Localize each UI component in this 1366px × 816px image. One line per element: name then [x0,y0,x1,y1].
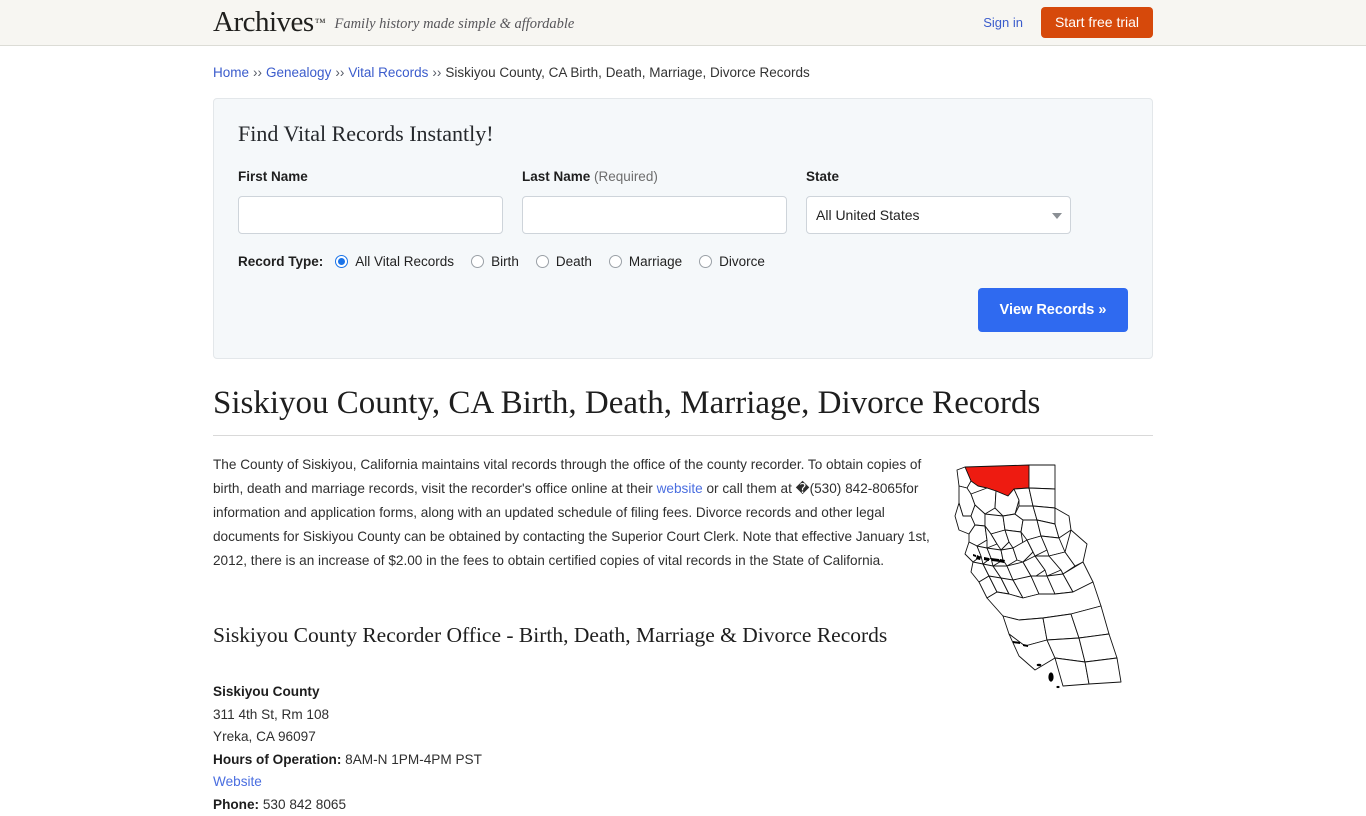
breadcrumb-item-vital-records[interactable]: Vital Records [348,65,428,80]
radio-icon [609,255,622,268]
intro-paragraph: The County of Siskiyou, California maint… [213,453,946,573]
header-actions: Sign in Start free trial [983,0,1153,45]
breadcrumb-item-genealogy[interactable]: Genealogy [266,65,331,80]
submit-row: View Records » [238,288,1128,332]
page-title: Siskiyou County, CA Birth, Death, Marria… [213,385,1153,436]
view-records-button[interactable]: View Records » [978,288,1128,332]
first-name-input[interactable] [238,196,503,234]
search-panel-title: Find Vital Records Instantly! [238,121,1128,147]
office-hours-value: 8AM-N 1PM-4PM PST [345,752,482,767]
office-hours-label: Hours of Operation: [213,752,341,767]
state-field-group: State All United States [806,169,1071,234]
breadcrumb-separator: ›› [432,65,441,80]
breadcrumb-separator: ›› [253,65,262,80]
radio-label-divorce: Divorce [719,254,765,269]
start-free-trial-button[interactable]: Start free trial [1041,7,1153,38]
radio-marriage[interactable]: Marriage [609,254,682,269]
state-label: State [806,169,1071,184]
radio-death[interactable]: Death [536,254,592,269]
record-type-row: Record Type: All Vital Records Birth Dea… [238,254,1128,269]
first-name-label: First Name [238,169,503,184]
radio-icon-selected [335,255,348,268]
office-website-row: Website [213,771,1153,794]
brand-tagline: Family history made simple & affordable [334,16,574,33]
last-name-required-note: (Required) [594,169,658,184]
search-fields-row: First Name Last Name (Required) State Al… [238,169,1128,234]
office-website-link[interactable]: Website [213,774,262,789]
trademark-icon: ™ [315,17,326,29]
last-name-label-text: Last Name [522,169,590,184]
last-name-input[interactable] [522,196,787,234]
state-select-wrap: All United States [806,196,1071,234]
breadcrumb-separator: ›› [335,65,344,80]
first-name-field-group: First Name [238,169,503,234]
radio-label-marriage: Marriage [629,254,682,269]
radio-label-death: Death [556,254,592,269]
breadcrumb-current: Siskiyou County, CA Birth, Death, Marria… [445,65,809,80]
record-type-label: Record Type: [238,254,323,269]
page-container: Home ›› Genealogy ›› Vital Records ›› Siskiyou… [213,46,1153,816]
office-city-state-zip: Yreka, CA 96097 [213,726,1153,749]
office-phone-row: Phone: 530 842 8065 [213,794,1153,816]
radio-divorce[interactable]: Divorce [699,254,765,269]
recorder-website-link[interactable]: website [657,481,703,496]
header-inner: Archives™ Family history made simple & a… [213,0,1153,45]
radio-birth[interactable]: Birth [471,254,519,269]
radio-icon [471,255,484,268]
radio-label-all-vital-records: All Vital Records [355,254,454,269]
last-name-label: Last Name (Required) [522,169,787,184]
radio-icon [536,255,549,268]
vital-records-search-panel: Find Vital Records Instantly! First Name… [213,98,1153,359]
radio-icon [699,255,712,268]
office-phone-label: Phone: [213,797,259,812]
brand-logo[interactable]: Archives™ Family history made simple & a… [213,0,574,45]
sign-in-link[interactable]: Sign in [983,15,1023,30]
breadcrumb-item-home[interactable]: Home [213,65,249,80]
brand-name: Archives [213,8,314,37]
last-name-field-group: Last Name (Required) [522,169,787,234]
office-street: 311 4th St, Rm 108 [213,704,1153,727]
radio-all-vital-records[interactable]: All Vital Records [335,254,454,269]
content-area: The County of Siskiyou, California maint… [213,453,1153,816]
site-header: Archives™ Family history made simple & a… [0,0,1366,46]
breadcrumb: Home ›› Genealogy ›› Vital Records ›› Siskiyou… [213,46,1153,80]
office-phone-value: 530 842 8065 [263,797,346,812]
radio-label-birth: Birth [491,254,519,269]
california-county-map [951,458,1161,703]
state-select[interactable]: All United States [806,196,1071,234]
